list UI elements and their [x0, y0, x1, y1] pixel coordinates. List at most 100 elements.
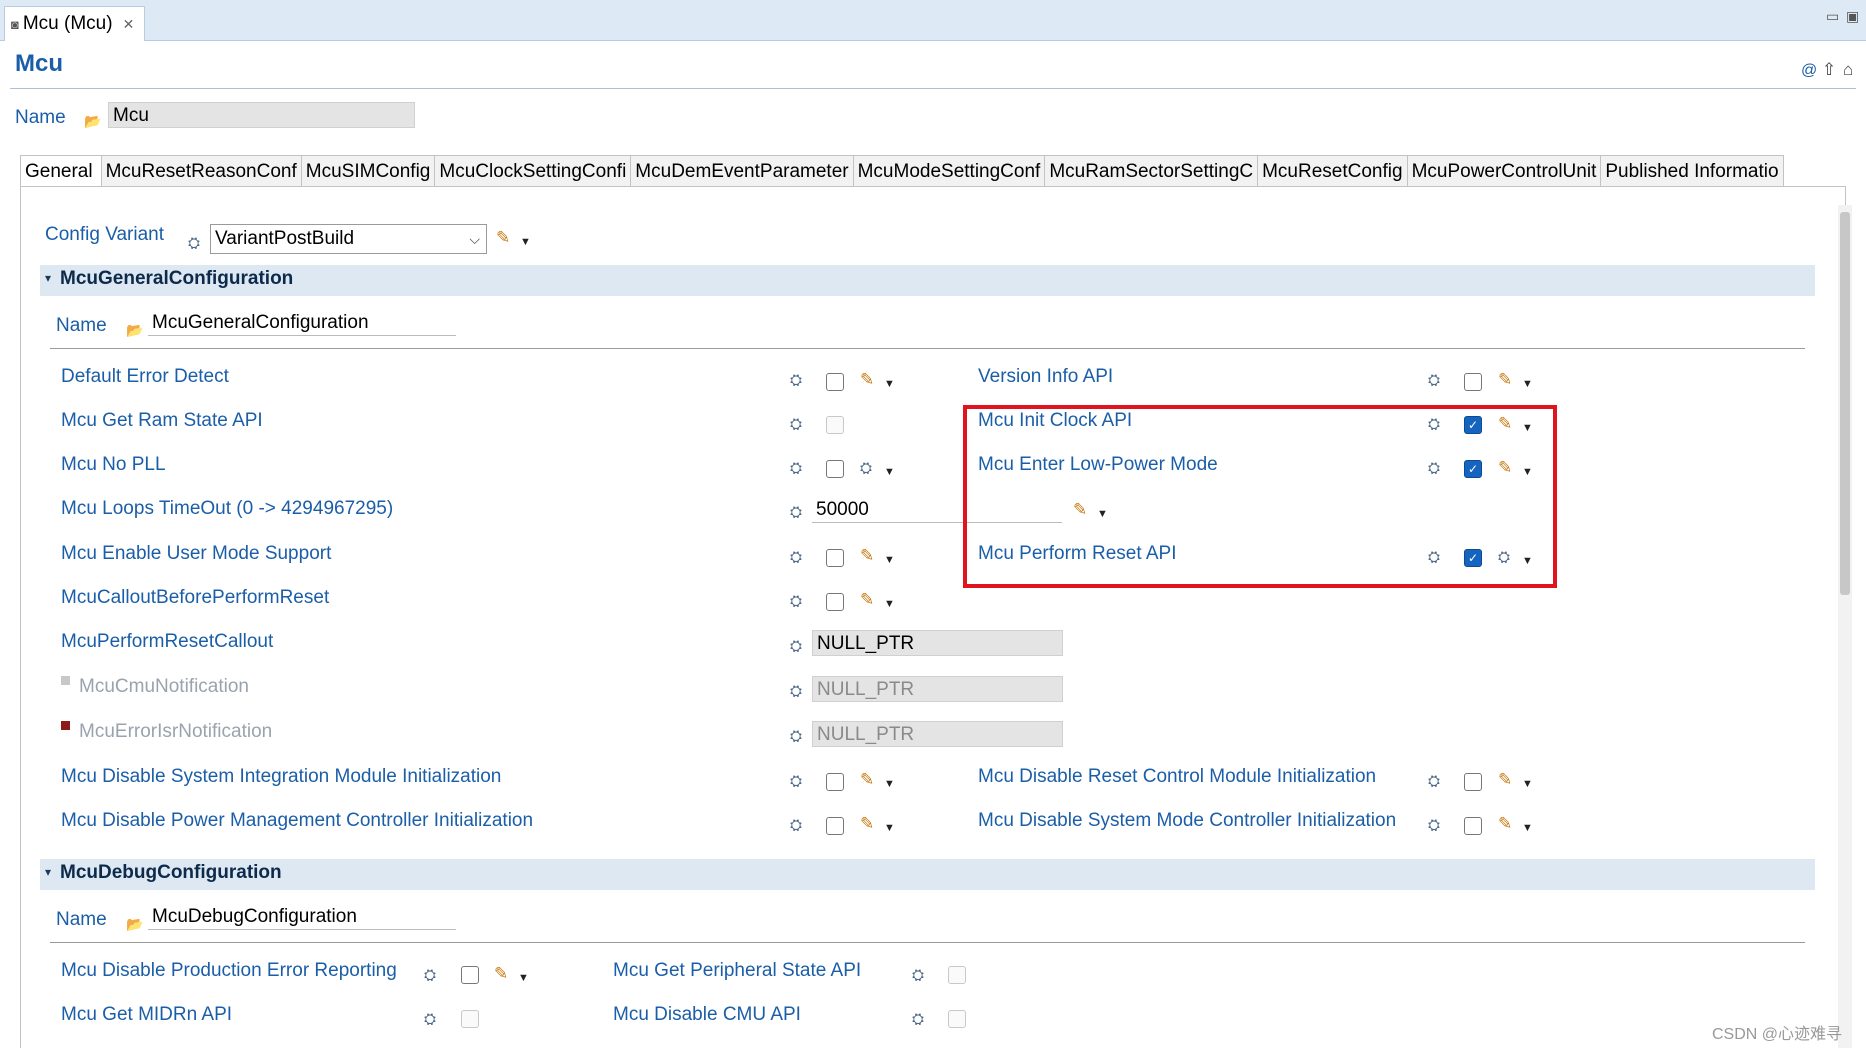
dropdown-arrow-icon[interactable]: ▼: [884, 776, 895, 792]
highlight-box: [963, 405, 1557, 588]
mcu-no-pll-checkbox[interactable]: [826, 460, 844, 478]
mcu-perform-reset-callout-field[interactable]: NULL_PTR: [812, 630, 1063, 656]
mcu-disable-rcm-init-checkbox[interactable]: [1464, 773, 1482, 791]
pencil-icon[interactable]: ✎: [860, 547, 874, 564]
editor-icon: ◙: [11, 16, 19, 32]
dropdown-arrow-icon[interactable]: ▼: [1522, 820, 1533, 836]
mcu-perform-reset-callout-label: McuPerformResetCallout: [61, 631, 274, 652]
mcu-cmu-notification-field: NULL_PTR: [812, 676, 1063, 702]
general-name-field[interactable]: McuGeneralConfiguration: [148, 310, 456, 336]
tab-mcu-mode-setting-conf[interactable]: McuModeSettingConf: [852, 155, 1045, 187]
mcu-get-peripheral-state-api-label: Mcu Get Peripheral State API: [613, 960, 862, 981]
pencil-icon[interactable]: ✎: [860, 591, 874, 608]
param-icon: ⛭: [790, 773, 803, 790]
mcu-disable-pmc-init-label: Mcu Disable Power Management Controller …: [61, 810, 534, 831]
mcu-get-midrn-api-checkbox[interactable]: [461, 1010, 479, 1028]
dropdown-arrow-icon[interactable]: ▼: [520, 234, 531, 250]
param-icon: ⛭: [1428, 372, 1441, 389]
mcu-disable-sim-init-checkbox[interactable]: [826, 773, 844, 791]
mcu-error-isr-notification-field: NULL_PTR: [812, 721, 1063, 747]
config-variant-label: Config Variant: [45, 224, 164, 245]
pencil-icon[interactable]: ✎: [860, 771, 874, 788]
param-icon: ⛭: [790, 593, 803, 610]
mcu-disable-prod-error-reporting-label: Mcu Disable Production Error Reporting: [61, 960, 397, 981]
param-icon: ⛭: [912, 1011, 925, 1028]
editor-tab-mcu[interactable]: ◙ Mcu (Mcu) ✕: [4, 6, 146, 41]
config-variant-value: VariantPostBuild: [215, 228, 355, 249]
pencil-icon[interactable]: ✎: [1498, 771, 1512, 788]
section-header-general[interactable]: ▾ McuGeneralConfiguration: [40, 265, 1815, 296]
scrollbar-thumb[interactable]: [1840, 212, 1850, 595]
mcu-error-isr-notification-label: McuErrorIsrNotification: [79, 721, 273, 742]
mcu-get-midrn-api-label: Mcu Get MIDRn API: [61, 1004, 233, 1025]
minimize-icon[interactable]: ▭: [1826, 8, 1839, 25]
mcu-disable-prod-error-reporting-checkbox[interactable]: [461, 966, 479, 984]
tab-mcu-reset-config[interactable]: McuResetConfig: [1257, 155, 1407, 187]
param-icon: ⛭: [790, 683, 803, 700]
tab-mcu-power-control-unit[interactable]: McuPowerControlUnit: [1406, 155, 1601, 187]
tab-mcu-reset-reason-conf[interactable]: McuResetReasonConf: [100, 155, 301, 187]
name-field[interactable]: Mcu: [108, 102, 415, 128]
up-icon[interactable]: ⇧: [1822, 60, 1836, 80]
collapse-icon[interactable]: ▾: [45, 865, 51, 879]
param-icon: ⛭: [790, 549, 803, 566]
tab-published-information[interactable]: Published Informatio: [1600, 155, 1784, 187]
param-icon: ⛭: [790, 504, 803, 521]
dropdown-arrow-icon[interactable]: ▼: [518, 970, 529, 986]
title-divider: [10, 88, 1856, 89]
dropdown-arrow-icon[interactable]: ▼: [884, 596, 895, 612]
pencil-icon[interactable]: ✎: [1498, 815, 1512, 832]
tab-mcu-sim-config[interactable]: McuSIMConfig: [300, 155, 435, 187]
mcu-disable-smc-init-label: Mcu Disable System Mode Controller Initi…: [978, 810, 1397, 831]
home-icon[interactable]: ⌂: [1843, 60, 1853, 80]
param-icon: ⛭: [790, 416, 803, 433]
close-icon[interactable]: ✕: [123, 16, 135, 33]
page-title: Mcu: [15, 50, 63, 77]
mcu-get-peripheral-state-api-checkbox[interactable]: [948, 966, 966, 984]
param-icon: ⛭: [790, 817, 803, 834]
collapse-icon[interactable]: ▾: [45, 271, 51, 285]
pencil-icon[interactable]: ✎: [496, 229, 510, 246]
mcu-get-ram-state-api-label: Mcu Get Ram State API: [61, 410, 263, 431]
maximize-icon[interactable]: ▣: [1846, 8, 1859, 25]
mcu-get-ram-state-api-checkbox[interactable]: [826, 416, 844, 434]
mcu-loops-timeout-label: Mcu Loops TimeOut (0 -> 4294967295): [61, 498, 394, 519]
section-header-debug[interactable]: ▾ McuDebugConfiguration: [40, 859, 1815, 890]
dropdown-arrow-icon[interactable]: ▼: [884, 464, 895, 480]
default-error-detect-checkbox[interactable]: [826, 373, 844, 391]
mcu-disable-smc-init-checkbox[interactable]: [1464, 817, 1482, 835]
dropdown-arrow-icon[interactable]: ▼: [884, 552, 895, 568]
dropdown-arrow-icon[interactable]: ▼: [1522, 376, 1533, 392]
pencil-icon[interactable]: ✎: [860, 371, 874, 388]
tab-mcu-clock-setting-config[interactable]: McuClockSettingConfi: [434, 155, 631, 187]
debug-name-field[interactable]: McuDebugConfiguration: [148, 904, 456, 930]
pencil-icon[interactable]: ✎: [1498, 371, 1512, 388]
mcu-disable-cmu-api-checkbox[interactable]: [948, 1010, 966, 1028]
mcu-disable-cmu-api-label: Mcu Disable CMU API: [613, 1004, 801, 1025]
version-info-api-checkbox[interactable]: [1464, 373, 1482, 391]
debug-name-label: Name: [56, 909, 107, 930]
gear-icon[interactable]: ⛭: [860, 461, 872, 477]
mcu-enable-user-mode-checkbox[interactable]: [826, 549, 844, 567]
param-icon: ⛭: [424, 1011, 437, 1028]
mcu-callout-before-perform-reset-checkbox[interactable]: [826, 593, 844, 611]
pencil-icon[interactable]: ✎: [494, 965, 508, 982]
dropdown-arrow-icon[interactable]: ▼: [884, 820, 895, 836]
param-icon: ⛭: [790, 460, 803, 477]
dropdown-arrow-icon[interactable]: ▼: [884, 376, 895, 392]
param-icon: ⛭: [790, 728, 803, 745]
editor-tab-title: Mcu (Mcu): [22, 13, 113, 34]
tab-general[interactable]: General: [20, 155, 101, 187]
config-variant-select[interactable]: VariantPostBuild ⌵: [210, 224, 487, 254]
pencil-icon[interactable]: ✎: [860, 815, 874, 832]
mcu-disable-rcm-init-label: Mcu Disable Reset Control Module Initial…: [978, 766, 1377, 787]
mcu-disable-pmc-init-checkbox[interactable]: [826, 817, 844, 835]
section-title: McuGeneralConfiguration: [60, 268, 294, 289]
param-icon: ⛭: [1428, 773, 1441, 790]
tab-mcu-ram-sector-setting[interactable]: McuRamSectorSettingC: [1044, 155, 1258, 187]
mcu-enable-user-mode-label: Mcu Enable User Mode Support: [61, 543, 332, 564]
tab-mcu-dem-event-parameter[interactable]: McuDemEventParameter: [630, 155, 853, 187]
link-icon[interactable]: @: [1801, 62, 1817, 80]
chevron-down-icon[interactable]: ⌵: [469, 225, 480, 253]
dropdown-arrow-icon[interactable]: ▼: [1522, 776, 1533, 792]
